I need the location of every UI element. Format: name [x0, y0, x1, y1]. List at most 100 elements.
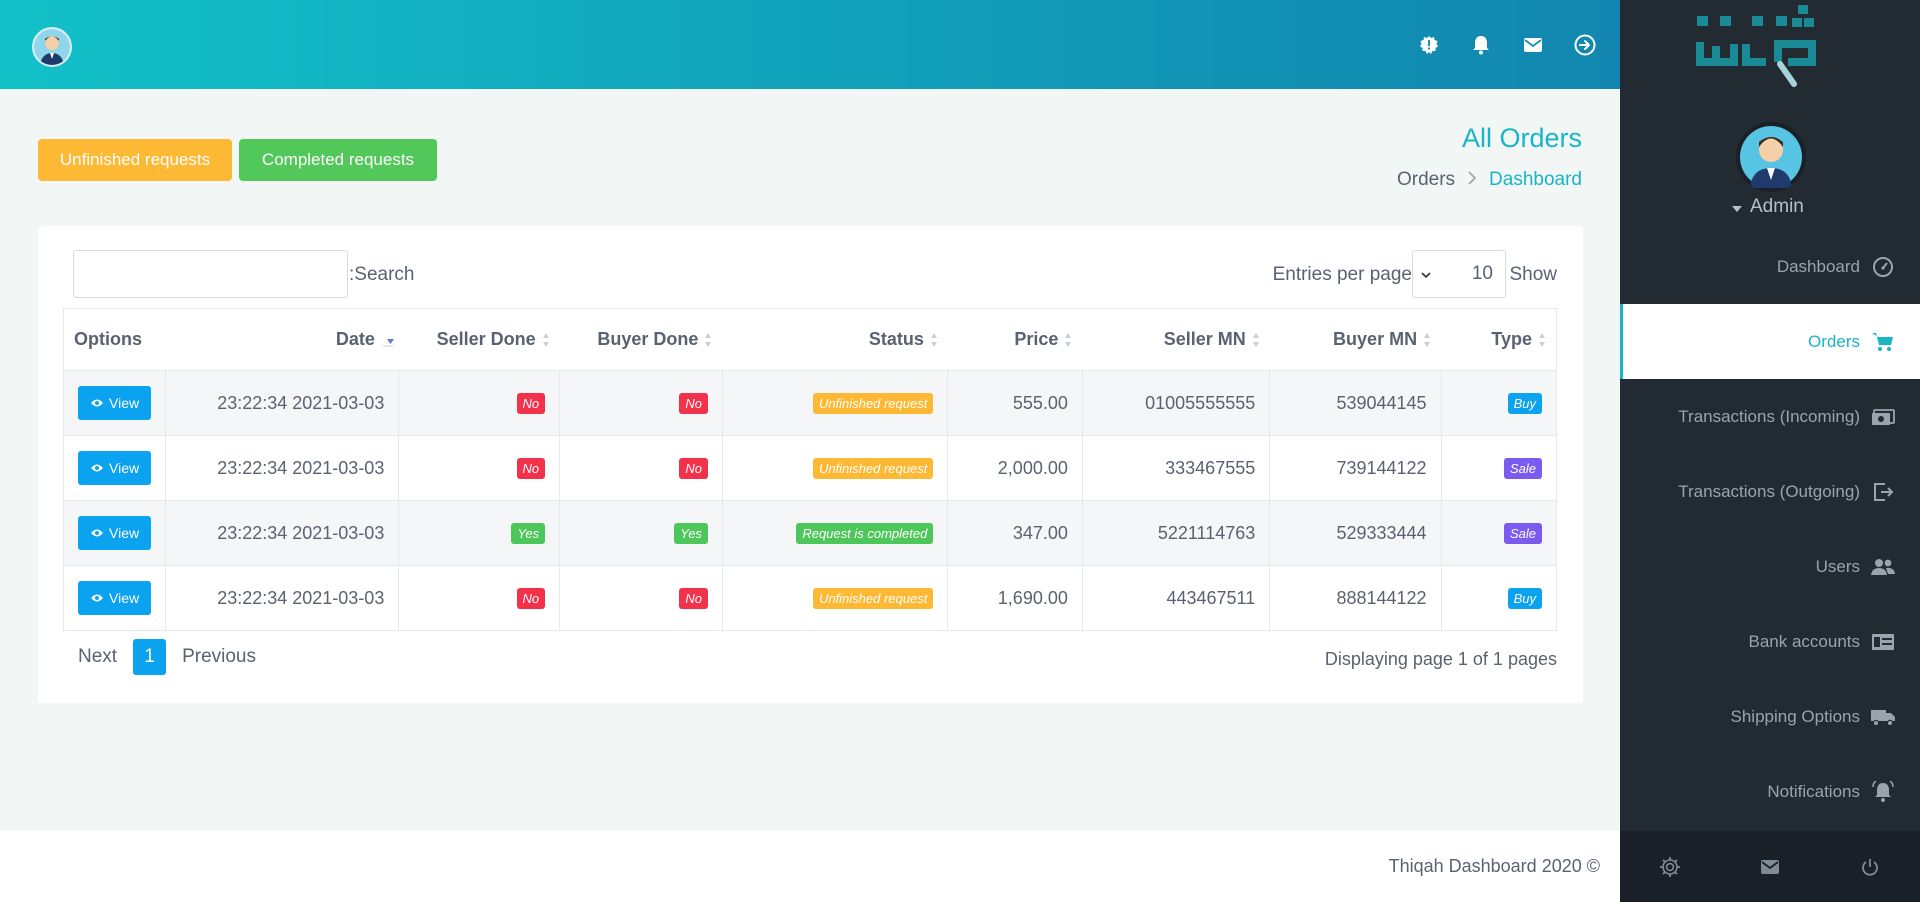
status-badge: Unfinished request — [812, 588, 934, 609]
options-cell: View — [62, 565, 166, 631]
view-button[interactable]: View — [78, 451, 152, 485]
seller-done-cell: No — [398, 435, 560, 501]
col-type[interactable]: Type — [1441, 308, 1557, 371]
footer-text: Thiqah Dashboard 2020 © — [1388, 856, 1600, 876]
sidebar-nav: Dashboard Orders Transactions (Incoming)… — [1620, 229, 1920, 829]
speedometer-icon — [1870, 254, 1896, 280]
sidebar-item-shipping-options[interactable]: Shipping Options — [1620, 679, 1920, 754]
chevron-down-icon — [1421, 263, 1431, 285]
view-button[interactable]: View — [78, 581, 152, 615]
col-buyer-done[interactable]: Buyer Done — [559, 308, 723, 371]
unfinished-requests-button[interactable]: Unfinished requests — [38, 139, 232, 181]
sort-icon[interactable] — [704, 332, 712, 348]
bell-icon[interactable] — [1466, 30, 1496, 60]
pagination-page-1[interactable]: 1 — [133, 639, 167, 675]
eye-icon — [90, 525, 104, 541]
col-seller-done[interactable]: Seller Done — [398, 308, 560, 371]
entries-per-page-label: Entries per page — [1272, 264, 1412, 285]
breadcrumb: Orders Dashboard — [1397, 169, 1582, 191]
orders-table: Options Date Seller Done Buyer Done Stat… — [62, 308, 1557, 631]
sort-icon[interactable] — [1064, 332, 1072, 348]
date-cell: 23:22:34 2021-03-03 — [165, 370, 399, 436]
sidebar-item-label: Notifications — [1767, 781, 1860, 801]
sort-icon[interactable] — [1252, 332, 1260, 348]
status-badge: Unfinished request — [812, 393, 934, 414]
sidebar-item-transactions-incoming[interactable]: Transactions (Incoming) — [1620, 379, 1920, 454]
buyer-mn-cell: 529333444 — [1269, 500, 1442, 566]
price-cell: 1,690.00 — [947, 565, 1083, 631]
sidebar-item-label: Shipping Options — [1730, 706, 1860, 726]
type-badge: Buy — [1507, 393, 1542, 414]
sidebar-avatar[interactable] — [1736, 122, 1806, 192]
seller-done-cell: No — [398, 370, 560, 436]
orders-card: :Search Entries per page 10 Show Options… — [38, 226, 1583, 703]
sidebar-item-users[interactable]: Users — [1620, 529, 1920, 604]
logout-circle-icon[interactable] — [1570, 30, 1600, 60]
col-price[interactable]: Price — [947, 308, 1083, 371]
status-badge: Yes — [511, 523, 546, 544]
page-title: All Orders — [1461, 123, 1582, 153]
mail-icon[interactable] — [1755, 852, 1785, 882]
exit-icon — [1870, 479, 1896, 505]
date-cell: 23:22:34 2021-03-03 — [165, 565, 399, 631]
sidebar-item-transactions-outgoing[interactable]: Transactions (Outgoing) — [1620, 454, 1920, 529]
pagination-next[interactable]: Next — [78, 646, 117, 668]
main-content: Unfinished requests Completed requests A… — [0, 89, 1620, 831]
table-row: View 23:22:34 2021-03-03 No No Unfinishe… — [62, 370, 1557, 436]
sidebar-item-orders[interactable]: Orders — [1620, 304, 1920, 379]
brand-logo[interactable] — [1694, 2, 1820, 90]
show-label: Show — [1509, 264, 1557, 285]
seller-done-cell: Yes — [398, 500, 560, 566]
breadcrumb-dashboard[interactable]: Dashboard — [1489, 169, 1582, 191]
table-header-row: Options Date Seller Done Buyer Done Stat… — [63, 308, 1557, 371]
settings-icon[interactable] — [1655, 852, 1685, 882]
col-buyer-mn[interactable]: Buyer MN — [1269, 308, 1442, 371]
type-badge: Sale — [1503, 458, 1542, 479]
sort-icon[interactable] — [1538, 332, 1546, 348]
user-menu[interactable]: Admin — [1732, 196, 1804, 218]
header-avatar[interactable] — [32, 27, 72, 67]
caret-down-icon — [1732, 196, 1742, 218]
user-name: Admin — [1750, 196, 1804, 217]
breadcrumb-orders[interactable]: Orders — [1397, 169, 1455, 191]
sort-desc-icon[interactable] — [381, 333, 394, 347]
footer: Thiqah Dashboard 2020 © — [0, 831, 1620, 902]
type-cell: Sale — [1440, 435, 1557, 501]
table-row: View 23:22:34 2021-03-03 No No Unfinishe… — [62, 435, 1557, 501]
status-cell: Request is completed — [721, 500, 948, 566]
sort-icon[interactable] — [1423, 332, 1431, 348]
sidebar-item-dashboard[interactable]: Dashboard — [1620, 229, 1920, 304]
sidebar: Admin Dashboard Orders Transactions (Inc… — [1620, 0, 1920, 902]
col-status[interactable]: Status — [722, 308, 948, 371]
col-date[interactable]: Date — [165, 308, 399, 371]
per-page-select[interactable]: 10 — [1412, 250, 1506, 298]
seller-mn-cell: 5221114763 — [1081, 500, 1270, 566]
buyer-done-cell: Yes — [559, 500, 723, 566]
buyer-mn-cell: 888144122 — [1269, 565, 1442, 631]
sidebar-item-label: Dashboard — [1776, 256, 1860, 276]
info-icon[interactable] — [1414, 30, 1444, 60]
sidebar-item-notifications[interactable]: Notifications — [1620, 754, 1920, 829]
view-button[interactable]: View — [78, 386, 152, 420]
table-row: View 23:22:34 2021-03-03 Yes Yes Request… — [62, 500, 1557, 566]
pagination-previous[interactable]: Previous — [182, 646, 256, 668]
view-button[interactable]: View — [78, 516, 152, 550]
completed-requests-button[interactable]: Completed requests — [239, 139, 437, 181]
status-badge: No — [516, 393, 546, 414]
sidebar-item-bank-accounts[interactable]: Bank accounts — [1620, 604, 1920, 679]
sort-icon[interactable] — [542, 332, 550, 348]
type-badge: Sale — [1503, 523, 1542, 544]
type-cell: Sale — [1440, 500, 1557, 566]
bell-ring-icon — [1870, 779, 1896, 805]
options-cell: View — [62, 435, 166, 501]
seller-mn-cell: 443467511 — [1081, 565, 1270, 631]
price-cell: 347.00 — [947, 500, 1083, 566]
sidebar-item-label: Users — [1815, 556, 1860, 576]
search-input[interactable] — [73, 250, 348, 298]
sort-icon[interactable] — [930, 332, 938, 348]
power-icon[interactable] — [1855, 852, 1885, 882]
price-cell: 555.00 — [947, 370, 1083, 436]
type-cell: Buy — [1440, 370, 1557, 436]
mail-icon[interactable] — [1518, 30, 1548, 60]
col-seller-mn[interactable]: Seller MN — [1082, 308, 1270, 371]
